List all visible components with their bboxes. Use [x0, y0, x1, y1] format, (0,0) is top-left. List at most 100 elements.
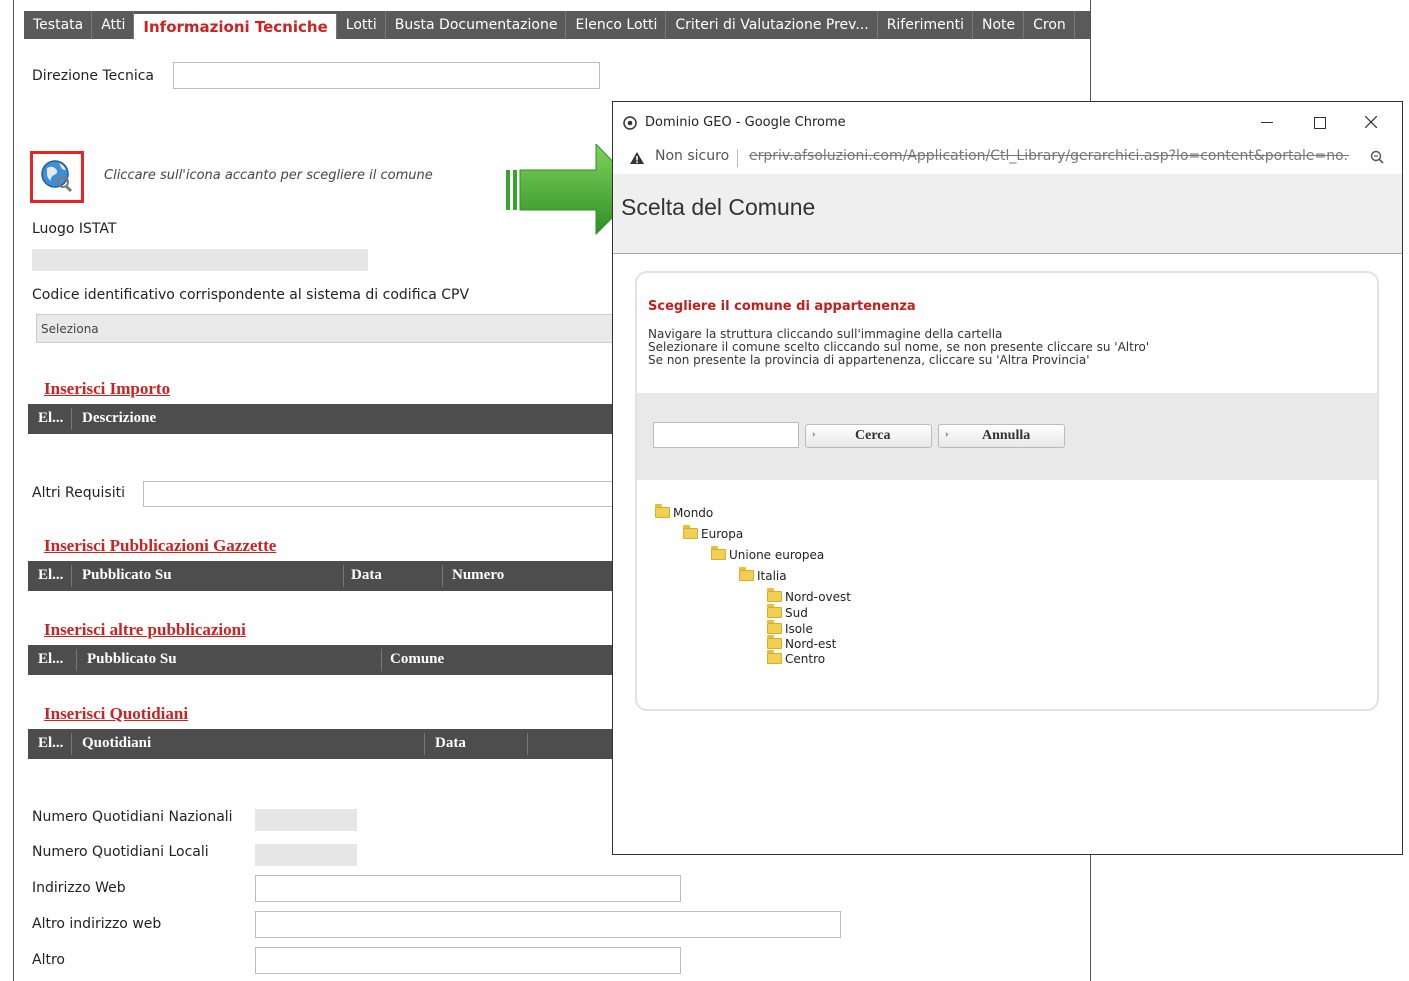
cerca-label: Cerca: [855, 428, 891, 443]
panel-heading: Scegliere il comune di appartenenza: [648, 299, 916, 314]
cpv-label: Codice identificativo corrispondente al …: [32, 287, 470, 303]
tab-riferimenti[interactable]: Riferimenti: [878, 11, 973, 39]
col-comune: Comune: [390, 651, 445, 667]
col-el: El...: [38, 651, 64, 667]
tab-criteri-valutazione[interactable]: Criteri di Valutazione Prev...: [666, 11, 878, 39]
tree-label[interactable]: Sud: [785, 606, 808, 620]
globe-search-icon: [41, 160, 73, 193]
col-el: El...: [38, 735, 64, 751]
page-title: Scelta del Comune: [621, 194, 816, 220]
col-el: El...: [38, 410, 64, 426]
altri-requisiti-label: Altri Requisiti: [32, 485, 125, 501]
col-el: El...: [38, 567, 64, 583]
search-band: › Cerca › Annulla: [637, 393, 1377, 480]
col-quotidiani: Quotidiani: [82, 735, 152, 751]
tree-node-isole[interactable]: Isole: [767, 620, 813, 636]
tab-busta-documentazione[interactable]: Busta Documentazione: [386, 11, 567, 39]
gazzette-grid-header: El... Pubblicato Su Data Numero: [28, 561, 668, 591]
inserisci-altre-link[interactable]: Inserisci altre pubblicazioni: [44, 620, 246, 640]
direzione-tecnica-label: Direzione Tecnica: [32, 68, 154, 84]
col-numero: Numero: [452, 567, 505, 583]
folder-icon[interactable]: [767, 604, 782, 618]
num-locali-label: Numero Quotidiani Locali: [32, 844, 209, 860]
altro-web-label: Altro indirizzo web: [32, 916, 162, 932]
tree-node-nord-est[interactable]: Nord-est: [767, 635, 836, 651]
comune-panel: Scegliere il comune di appartenenza Navi…: [635, 271, 1379, 711]
tree-node-sud[interactable]: Sud: [767, 604, 808, 620]
num-locali-value: [255, 844, 357, 866]
url-text[interactable]: erpriv.afsoluzioni.com/Application/Ctl_L…: [749, 148, 1349, 164]
tree-node-unione-europea[interactable]: Unione europea: [711, 546, 824, 562]
folder-icon[interactable]: [683, 525, 698, 539]
inserisci-quotidiani-link[interactable]: Inserisci Quotidiani: [44, 704, 188, 724]
quotidiani-grid-header: El... Quotidiani Data: [28, 729, 668, 759]
cpv-select[interactable]: Seleziona: [36, 314, 626, 343]
zoom-icon[interactable]: [1370, 150, 1384, 164]
folder-icon[interactable]: [767, 635, 782, 649]
luogo-istat-value: [32, 249, 368, 271]
tab-cron[interactable]: Cron: [1024, 11, 1075, 39]
folder-icon[interactable]: [767, 588, 782, 602]
tree-label[interactable]: Centro: [785, 652, 825, 666]
tree-label[interactable]: Isole: [785, 622, 813, 636]
tree-node-mondo[interactable]: Mondo: [655, 504, 713, 520]
window-titlebar: Dominio GEO - Google Chrome: [613, 102, 1402, 142]
col-descrizione: Descrizione: [82, 410, 157, 426]
col-data: Data: [351, 567, 382, 583]
close-icon[interactable]: [1365, 116, 1377, 128]
tree-node-centro[interactable]: Centro: [767, 650, 825, 666]
folder-icon[interactable]: [767, 650, 782, 664]
tree-label[interactable]: Mondo: [673, 506, 713, 520]
tab-lotti[interactable]: Lotti: [337, 11, 386, 39]
panel-instructions: Navigare la struttura cliccando sull'imm…: [648, 328, 1149, 367]
tab-elenco-lotti[interactable]: Elenco Lotti: [566, 11, 667, 39]
folder-icon[interactable]: [655, 504, 670, 518]
altro-web-input[interactable]: [255, 911, 841, 938]
tree-label[interactable]: Italia: [757, 569, 787, 583]
tree-label[interactable]: Europa: [701, 527, 743, 541]
not-secure-label: Non sicuro: [655, 148, 730, 164]
indirizzo-web-input[interactable]: [255, 875, 681, 902]
tab-informazioni-tecniche[interactable]: Informazioni Tecniche: [134, 14, 337, 39]
warning-icon: [630, 152, 644, 164]
folder-icon[interactable]: [739, 567, 754, 581]
maximize-icon[interactable]: [1314, 117, 1326, 129]
tree-node-italia[interactable]: Italia: [739, 567, 787, 583]
altri-requisiti-input[interactable]: [143, 481, 623, 507]
tab-note[interactable]: Note: [973, 11, 1025, 39]
inserisci-gazzette-link[interactable]: Inserisci Pubblicazioni Gazzette: [44, 536, 276, 556]
comune-hint: Cliccare sull'icona accanto per sceglier…: [104, 168, 433, 183]
page-body: Scegliere il comune di appartenenza Navi…: [613, 254, 1402, 854]
search-input[interactable]: [653, 422, 799, 448]
cerca-button[interactable]: › Cerca: [805, 424, 932, 448]
num-nazionali-label: Numero Quotidiani Nazionali: [32, 809, 233, 825]
comune-picker-button[interactable]: [30, 151, 84, 203]
tree-node-europa[interactable]: Europa: [683, 525, 743, 541]
annulla-button[interactable]: › Annulla: [938, 424, 1065, 448]
tree-label[interactable]: Nord-ovest: [785, 590, 851, 604]
col-pubblicato-su: Pubblicato Su: [82, 567, 172, 583]
altro-label: Altro: [32, 952, 65, 968]
address-bar[interactable]: Non sicuro erpriv.afsoluzioni.com/Applic…: [613, 142, 1402, 175]
folder-icon[interactable]: [767, 620, 782, 634]
altro-input[interactable]: [255, 947, 681, 974]
annulla-label: Annulla: [982, 428, 1031, 443]
col-pubblicato-su: Pubblicato Su: [87, 651, 177, 667]
instruction-line: Se non presente la provincia di apparten…: [648, 353, 1090, 367]
minimize-icon[interactable]: [1261, 122, 1273, 123]
inserisci-importo-link[interactable]: Inserisci Importo: [44, 379, 170, 399]
col-data: Data: [435, 735, 466, 751]
num-nazionali-value: [255, 809, 357, 831]
direzione-tecnica-input[interactable]: [173, 62, 600, 89]
window-title: Dominio GEO - Google Chrome: [645, 115, 846, 130]
folder-icon[interactable]: [711, 546, 726, 560]
altre-grid-header: El... Pubblicato Su Comune: [28, 645, 668, 675]
importo-grid-header: El... Descrizione: [28, 404, 668, 434]
tree-label[interactable]: Nord-est: [785, 637, 836, 651]
tree-label[interactable]: Unione europea: [729, 548, 824, 562]
tab-testata[interactable]: Testata: [24, 11, 93, 39]
tab-atti[interactable]: Atti: [92, 11, 135, 39]
chrome-popup-window: Dominio GEO - Google Chrome Non sicuro e…: [612, 101, 1403, 855]
tree-node-nord-ovest[interactable]: Nord-ovest: [767, 588, 851, 604]
tab-bar: Testata Atti Informazioni Tecniche Lotti…: [24, 11, 1090, 39]
